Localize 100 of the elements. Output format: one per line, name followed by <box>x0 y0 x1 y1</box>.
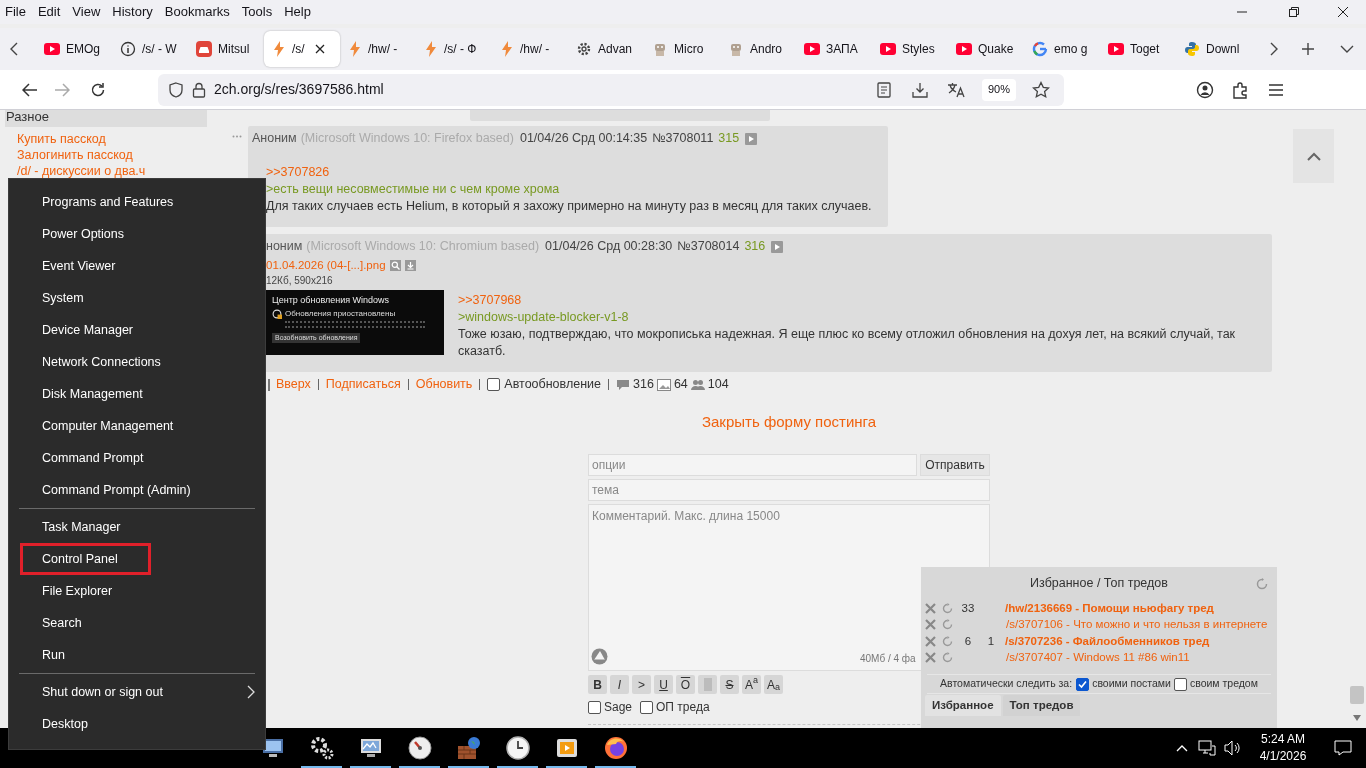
menu-bar-item[interactable]: Edit <box>34 2 64 22</box>
checkbox[interactable] <box>1076 677 1090 691</box>
markup-button[interactable]: A$_{a}$ <box>764 675 783 694</box>
menu-bar-item[interactable]: Tools <box>238 2 276 22</box>
download-icon[interactable] <box>911 81 928 98</box>
menu-bar-item[interactable]: History <box>109 2 156 22</box>
checkbox[interactable] <box>487 378 501 391</box>
menu-item[interactable]: Shut down or sign out <box>9 676 265 708</box>
gear-icon <box>576 41 592 57</box>
browser-tab[interactable]: emo g <box>1024 31 1100 67</box>
browser-tab[interactable]: Andro <box>720 31 796 67</box>
clock[interactable]: 5:24 AM 4/1/2026 <box>1246 731 1320 765</box>
menu-item[interactable]: Network Connections <box>9 346 265 378</box>
browser-tab[interactable]: Quake <box>948 31 1024 67</box>
markup-button[interactable]: B <box>588 675 607 694</box>
translate-icon[interactable] <box>946 81 965 98</box>
menu-item[interactable]: Task Manager <box>9 511 265 543</box>
scrollbar-thumb[interactable] <box>1350 686 1364 704</box>
menu-item[interactable]: Computer Management <box>9 410 265 442</box>
reload-icon[interactable] <box>90 81 106 98</box>
comment-icon <box>616 378 630 391</box>
play-icon[interactable] <box>745 132 758 145</box>
volume-icon[interactable] <box>1224 740 1242 756</box>
menu-bar-item[interactable]: Bookmarks <box>161 2 233 22</box>
brick-wall-globe-icon[interactable] <box>455 735 482 761</box>
address-bar[interactable]: 2ch.org/s/res/3697586.html 90% <box>158 73 1064 106</box>
menu-item[interactable]: Control Panel <box>9 543 265 575</box>
post-author: ноним <box>266 238 303 256</box>
browser-tab[interactable]: /s/ - Ф <box>416 31 492 67</box>
markup-button[interactable]: U <box>654 675 673 694</box>
quote-text: >есть вещи несовместимые ни с чем кроме хрома <box>266 180 561 198</box>
panel-tab[interactable]: Топ тредов <box>1002 695 1081 716</box>
back-icon[interactable] <box>22 82 38 97</box>
markup-button[interactable]: S <box>720 675 739 694</box>
checkbox[interactable] <box>640 700 654 714</box>
search-icon[interactable] <box>389 260 401 271</box>
browser-tab[interactable]: ЗАПА <box>796 31 872 67</box>
menu-item[interactable]: Device Manager <box>9 314 265 346</box>
menu-item[interactable]: Event Viewer <box>9 250 265 282</box>
browser-tab[interactable]: /hw/ - <box>340 31 416 67</box>
extensions-icon[interactable] <box>1232 80 1248 99</box>
clock-icon[interactable] <box>504 735 531 761</box>
menu-item[interactable]: Command Prompt (Admin) <box>9 474 265 506</box>
browser-tab[interactable]: Styles <box>872 31 948 67</box>
account-icon[interactable] <box>1196 80 1214 99</box>
browser-tab[interactable]: Downl <box>1176 31 1252 67</box>
markup-button[interactable]: I <box>610 675 629 694</box>
menu-item[interactable]: System <box>9 282 265 314</box>
close-icon[interactable] <box>1337 6 1349 18</box>
play-icon[interactable] <box>771 240 784 253</box>
options-field[interactable]: опции <box>588 454 917 476</box>
browser-tab[interactable]: Mitsul <box>188 31 264 67</box>
menu-item[interactable]: Command Prompt <box>9 442 265 474</box>
browser-tab[interactable]: /s/ - W <box>112 31 188 67</box>
new-tab-icon[interactable] <box>1301 42 1315 56</box>
zoom-level-badge[interactable]: 90% <box>981 78 1016 101</box>
reader-view-icon[interactable] <box>876 81 891 98</box>
menu-item[interactable]: Desktop <box>9 708 265 740</box>
panel-tab[interactable]: Избранное <box>925 695 1001 716</box>
menu-bar-item[interactable]: File <box>2 2 29 22</box>
markup-button[interactable]: O <box>676 675 695 694</box>
gauge-icon[interactable] <box>406 735 433 761</box>
menu-item[interactable]: File Explorer <box>9 575 265 607</box>
browser-icon[interactable] <box>602 735 629 761</box>
post-number[interactable]: №3708014 <box>677 237 740 256</box>
menu-item[interactable]: Disk Management <box>9 378 265 410</box>
checkbox[interactable] <box>1173 677 1187 691</box>
post-number[interactable]: №3708011 <box>652 129 714 148</box>
menu-icon[interactable] <box>1268 82 1284 97</box>
scroll-left-icon[interactable] <box>9 42 19 56</box>
menu-item[interactable]: Search <box>9 607 265 639</box>
browser-tab[interactable]: Toget <box>1100 31 1176 67</box>
notifications-icon[interactable] <box>1334 740 1352 756</box>
menu-item[interactable]: Programs and Features <box>9 186 265 218</box>
close-icon[interactable] <box>314 44 325 54</box>
menu-item[interactable]: Run <box>9 639 265 671</box>
browser-tab[interactable]: /hw/ - <box>492 31 568 67</box>
browser-tab[interactable]: Micro <box>644 31 720 67</box>
browser-tab[interactable]: /s/ <box>264 31 340 67</box>
subject-field[interactable]: тема <box>588 479 990 501</box>
bookmark-star-icon[interactable] <box>1032 80 1050 99</box>
scroll-down-icon[interactable] <box>1353 715 1361 721</box>
tab-list-icon[interactable] <box>1340 44 1354 54</box>
network-icon[interactable] <box>1198 740 1216 756</box>
markup-button[interactable]: > <box>632 675 651 694</box>
checkbox-label: Автообновление <box>504 376 601 394</box>
chevron-up-icon[interactable] <box>1176 744 1188 752</box>
menu-item[interactable]: Power Options <box>9 218 265 250</box>
browser-tab[interactable]: EMOg <box>36 31 112 67</box>
restore-icon[interactable] <box>1288 6 1300 18</box>
browser-tab[interactable]: Advan <box>568 31 644 67</box>
menu-bar-item[interactable]: View <box>69 2 104 22</box>
markup-button[interactable]: A$^{a}$ <box>742 675 761 694</box>
upload-icon[interactable] <box>591 648 608 665</box>
menu-bar-item[interactable]: Help <box>281 2 314 22</box>
gears-icon[interactable] <box>308 735 335 761</box>
checkbox[interactable] <box>588 700 601 714</box>
checkbox-label: Sage <box>604 699 633 716</box>
submit-button[interactable]: Отправить <box>920 454 990 476</box>
scroll-right-icon[interactable] <box>1269 42 1279 56</box>
